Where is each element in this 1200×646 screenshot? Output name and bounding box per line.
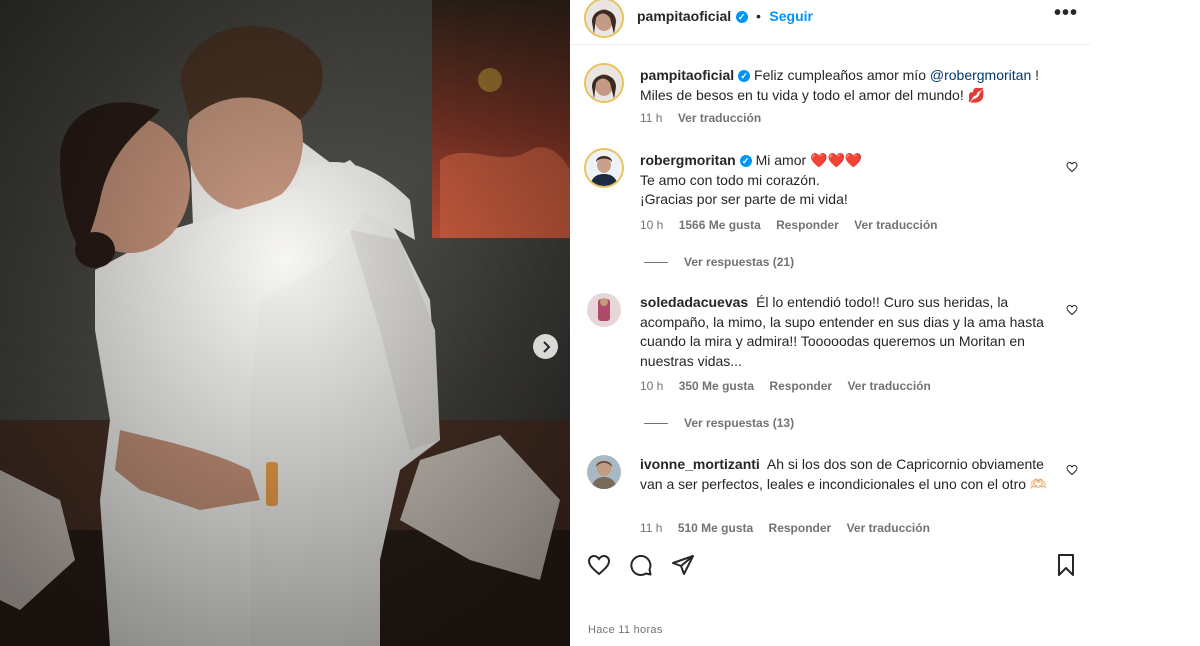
comment-likes[interactable]: 510 Me gusta (678, 521, 753, 535)
comment-text: Te amo con todo mi corazón. (640, 171, 820, 188)
caption-translate-link[interactable]: Ver traducción (678, 111, 761, 125)
heart-icon[interactable] (1066, 464, 1078, 476)
post-header: pampitaoficial ✓ • Seguir ••• (570, 0, 1090, 38)
post-time-ago: Hace 11 horas (588, 624, 663, 636)
author-avatar[interactable] (584, 0, 624, 38)
post-side-panel: pampitaoficial ✓ • Seguir ••• pampitaofi… (570, 0, 1090, 646)
comment-time: 11 h (640, 521, 663, 535)
comment-likes[interactable]: 350 Me gusta (679, 379, 754, 393)
caption-username[interactable]: pampitaoficial (640, 67, 734, 83)
reply-button[interactable]: Responder (776, 218, 839, 232)
caption-text: Feliz cumpleaños amor mío (754, 67, 926, 83)
verified-badge-icon: ✓ (738, 70, 751, 83)
action-bar (570, 545, 1090, 585)
caption-mention-link[interactable]: @robergmoritan (930, 67, 1031, 83)
comment-username[interactable]: robergmoritan (640, 152, 736, 168)
heart-icon[interactable] (1066, 304, 1078, 316)
heart-icon[interactable] (587, 553, 611, 577)
hearts-emoji: ❤️❤️❤️ (810, 152, 863, 168)
comment-text: Mi amor (755, 152, 807, 168)
send-icon[interactable] (671, 553, 695, 577)
avatar-image (586, 150, 622, 186)
comment-body: soledadacuevas Él lo entendió todo!! Cur… (640, 293, 1050, 371)
heart-icon[interactable] (1066, 161, 1078, 173)
avatar-image (586, 0, 622, 36)
verified-badge-icon: ✓ (735, 10, 748, 23)
more-options-icon[interactable]: ••• (1054, 2, 1078, 25)
view-replies-label: Ver respuestas (13) (684, 416, 795, 430)
comment-body: ivonne_mortizanti Ah si los dos son de C… (640, 455, 1050, 494)
reply-button[interactable]: Responder (769, 379, 832, 393)
separator-dot: • (756, 8, 761, 24)
replies-line (644, 423, 668, 425)
avatar-image (586, 65, 622, 101)
comment-avatar[interactable] (587, 293, 621, 327)
chevron-right-icon (542, 340, 550, 353)
author-username[interactable]: pampitaoficial (637, 8, 731, 24)
translate-link[interactable]: Ver traducción (854, 218, 937, 232)
couple-photo-illustration (0, 0, 570, 646)
post-photo (0, 0, 570, 646)
caption-time: 11 h (640, 111, 663, 125)
reply-button[interactable]: Responder (769, 521, 832, 535)
page-margin (1090, 0, 1200, 646)
header-divider (570, 44, 1090, 45)
comment-avatar[interactable] (584, 148, 624, 188)
comment-avatar[interactable] (587, 455, 621, 489)
view-replies-button[interactable]: Ver respuestas (13) (644, 416, 794, 430)
caption-avatar[interactable] (584, 63, 624, 103)
view-replies-label: Ver respuestas (21) (684, 255, 795, 269)
comment-icon[interactable] (629, 553, 653, 577)
caption: pampitaoficial ✓ Feliz cumpleaños amor mí… (640, 66, 1050, 105)
translate-link[interactable]: Ver traducción (847, 379, 930, 393)
bookmark-icon[interactable] (1054, 553, 1078, 577)
translate-link[interactable]: Ver traducción (847, 521, 930, 535)
comment-time: 10 h (640, 379, 664, 393)
next-photo-button[interactable] (533, 334, 558, 359)
comment-likes[interactable]: 1566 Me gusta (679, 218, 761, 232)
comment-body: robergmoritan ✓ Mi amor ❤️❤️❤️ Te amo con… (640, 151, 1050, 210)
comment-text: ¡Gracias por ser parte de mi vida! (640, 191, 848, 207)
comment-meta: 10 h 1566 Me gusta Responder Ver traducc… (640, 218, 950, 232)
comment-username[interactable]: ivonne_mortizanti (640, 456, 760, 472)
follow-button[interactable]: Seguir (769, 8, 813, 24)
view-replies-button[interactable]: Ver respuestas (21) (644, 255, 794, 269)
comment-username[interactable]: soledadacuevas (640, 294, 748, 310)
comment-meta: 10 h 350 Me gusta Responder Ver traducci… (640, 379, 943, 393)
comment-time: 10 h (640, 218, 664, 232)
replies-line (644, 262, 668, 264)
verified-badge-icon: ✓ (739, 155, 752, 168)
kiss-emoji: 💋 (967, 86, 986, 103)
avatar-image (587, 293, 621, 327)
caption-meta: 11 h Ver traducción (640, 111, 773, 125)
avatar-image (587, 455, 621, 489)
comment-meta: 11 h 510 Me gusta Responder Ver traducci… (640, 521, 942, 535)
